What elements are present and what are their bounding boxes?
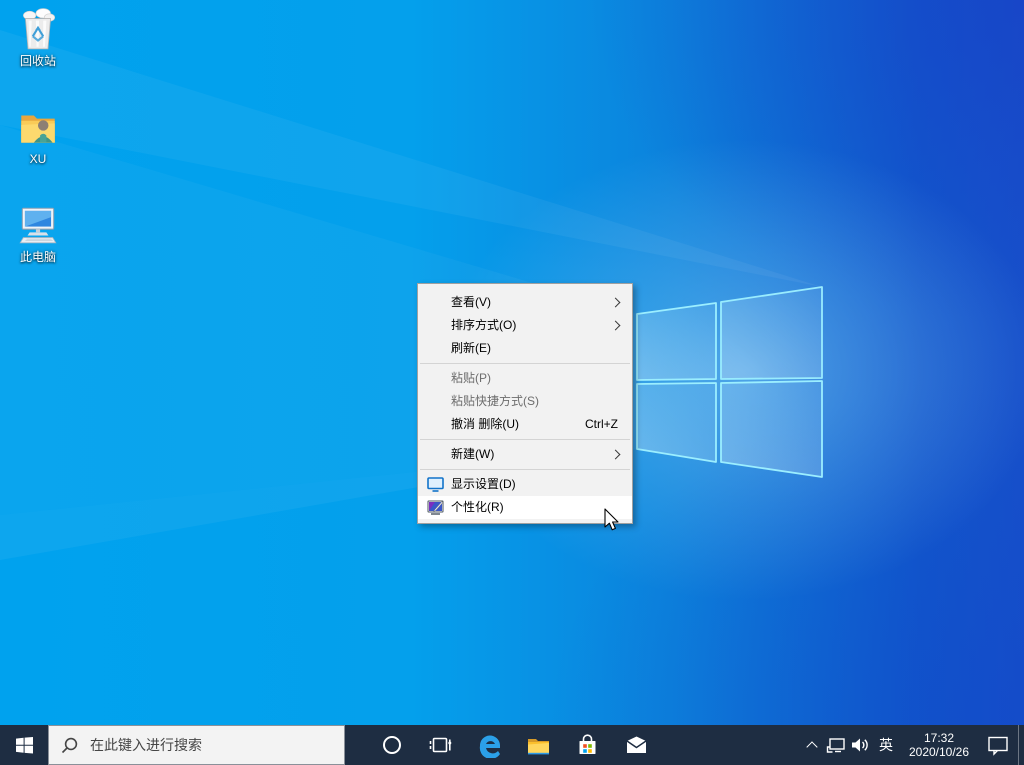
search-input[interactable] <box>88 736 344 754</box>
network-icon <box>826 735 846 755</box>
menu-item-personalize[interactable]: 个性化(R) <box>418 496 632 519</box>
edge-icon <box>477 732 503 758</box>
taskbar-search-box[interactable] <box>48 725 345 765</box>
volume-tray-button[interactable] <box>848 725 872 765</box>
recycle-bin-icon <box>15 6 61 52</box>
menu-item-view[interactable]: 查看(V) <box>418 291 632 314</box>
input-language-indicator[interactable]: 英 <box>872 725 900 765</box>
network-tray-button[interactable] <box>824 725 848 765</box>
menu-shortcut: Ctrl+Z <box>585 413 618 436</box>
desktop-icon-label: 回收站 <box>0 54 76 68</box>
menu-separator <box>420 363 630 364</box>
submenu-arrow-icon <box>611 321 621 331</box>
menu-item-refresh[interactable]: 刷新(E) <box>418 337 632 360</box>
this-pc-icon <box>15 202 61 248</box>
clock-date: 2020/10/26 <box>909 745 969 759</box>
taskbar-mail-button[interactable] <box>612 725 661 765</box>
action-center-icon <box>987 734 1009 756</box>
speaker-icon <box>850 735 870 755</box>
submenu-arrow-icon <box>611 298 621 308</box>
taskbar-cortana-button[interactable] <box>367 725 416 765</box>
clock-time: 17:32 <box>909 731 969 745</box>
desktop-icon-label: XU <box>0 152 76 166</box>
taskbar-clock[interactable]: 17:32 2020/10/26 <box>900 725 978 765</box>
chevron-up-icon <box>806 741 817 752</box>
taskbar-edge-button[interactable] <box>465 725 514 765</box>
desktop-icon-this-pc[interactable]: 此电脑 <box>0 202 76 264</box>
task-view-icon <box>429 733 453 757</box>
menu-item-sort-by[interactable]: 排序方式(O) <box>418 314 632 337</box>
windows-start-icon <box>16 737 33 754</box>
menu-item-new[interactable]: 新建(W) <box>418 443 632 466</box>
display-settings-icon <box>427 477 444 492</box>
system-tray: 英 17:32 2020/10/26 <box>800 725 1024 765</box>
desktop-icon-label: 此电脑 <box>0 250 76 264</box>
user-folder-icon <box>15 104 61 150</box>
desktop-icon-user-folder[interactable]: XU <box>0 104 76 166</box>
personalization-icon <box>427 500 444 515</box>
menu-item-paste: 粘贴(P) <box>418 367 632 390</box>
action-center-button[interactable] <box>978 725 1018 765</box>
taskbar-file-explorer-button[interactable] <box>514 725 563 765</box>
start-button[interactable] <box>0 725 48 765</box>
show-desktop-button[interactable] <box>1018 725 1024 765</box>
hidden-icons-button[interactable] <box>800 725 824 765</box>
taskbar-app-icons <box>367 725 661 765</box>
taskbar-store-button[interactable] <box>563 725 612 765</box>
menu-item-paste-shortcut: 粘贴快捷方式(S) <box>418 390 632 413</box>
submenu-arrow-icon <box>611 450 621 460</box>
file-explorer-icon <box>526 733 551 758</box>
cortana-icon <box>381 734 403 756</box>
desktop-icon-recycle-bin[interactable]: 回收站 <box>0 6 76 68</box>
microsoft-store-icon <box>575 733 600 758</box>
menu-item-display-settings[interactable]: 显示设置(D) <box>418 473 632 496</box>
taskbar-task-view-button[interactable] <box>416 725 465 765</box>
search-icon <box>61 737 78 754</box>
mail-icon <box>624 733 649 758</box>
menu-separator <box>420 469 630 470</box>
desktop-context-menu: 查看(V) 排序方式(O) 刷新(E) 粘贴(P) 粘贴快捷方式(S) 撤消 删… <box>417 283 633 524</box>
desktop-wallpaper: 回收站 XU 此电脑 查看(V) <box>0 0 1024 725</box>
menu-item-undo-delete[interactable]: 撤消 删除(U) Ctrl+Z <box>418 413 632 436</box>
menu-separator <box>420 439 630 440</box>
taskbar: 英 17:32 2020/10/26 <box>0 725 1024 765</box>
